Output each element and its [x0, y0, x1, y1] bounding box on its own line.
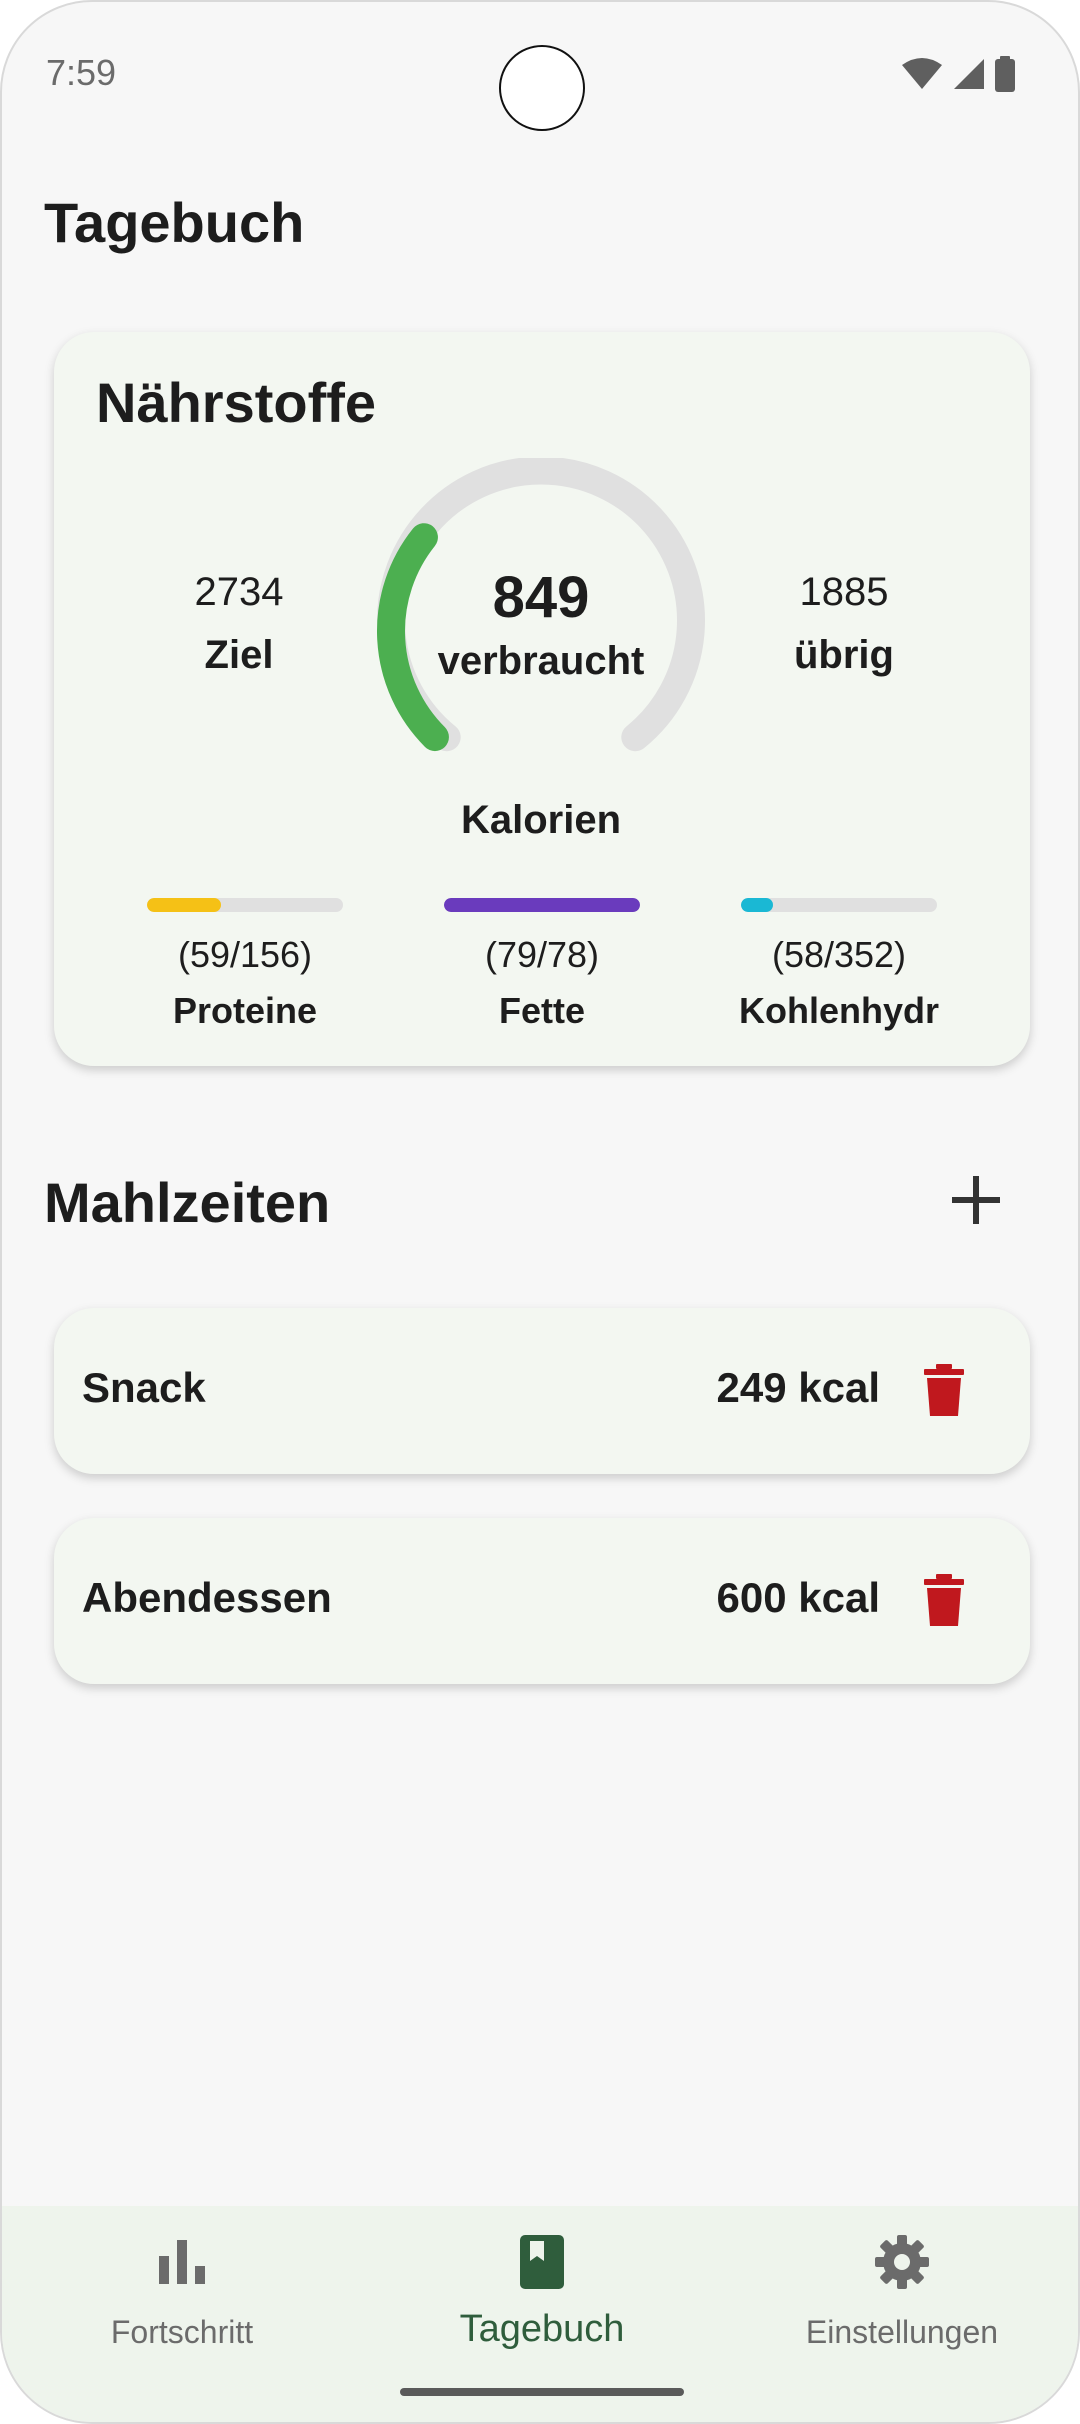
meals-title: Mahlzeiten — [44, 1171, 331, 1234]
wifi-icon — [902, 58, 942, 89]
carbs-progress-fill — [741, 898, 774, 912]
meal-name: Snack — [82, 1364, 206, 1411]
remaining-value: 1885 — [799, 570, 889, 614]
fat-progress-bar — [444, 898, 640, 912]
meal-name: Abendessen — [82, 1574, 332, 1621]
diary-icon — [520, 2235, 564, 2289]
goal-stat: 2734 Ziel — [129, 570, 349, 678]
front-camera — [499, 45, 585, 131]
carbs-progress-bar — [741, 898, 937, 912]
fat-value: (79/78) — [484, 934, 600, 975]
battery-icon — [995, 56, 1015, 92]
protein-label: Proteine — [172, 990, 318, 1031]
trash-icon[interactable] — [924, 1574, 964, 1626]
page-title: Tagebuch — [44, 191, 305, 254]
home-indicator — [400, 2388, 684, 2396]
signal-icon — [954, 59, 984, 89]
carbs-value: (58/352) — [771, 934, 907, 975]
fat-label: Fette — [498, 990, 585, 1031]
status-icons — [900, 54, 1016, 94]
meal-card-snack[interactable]: Snack 249 kcal — [54, 1308, 1030, 1474]
status-time: 7:59 — [46, 52, 117, 93]
meal-kcal: 600 kcal — [716, 1574, 881, 1621]
fat-progress-fill — [444, 898, 640, 912]
bar-chart-icon — [159, 2240, 205, 2284]
goal-label: Ziel — [204, 633, 274, 677]
gear-icon — [875, 2235, 929, 2289]
remaining-stat: 1885 übrig — [734, 570, 954, 678]
consumed-value: 849 — [492, 565, 590, 630]
phone-screen: 7:59 Tagebuch Nährstoffe 2734 Ziel 849 v… — [0, 0, 1080, 2424]
calories-label: Kalorien — [460, 798, 622, 842]
gauge-center: 849 verbraucht — [376, 564, 706, 684]
consumed-label: verbraucht — [437, 639, 645, 683]
nutrients-card: Nährstoffe 2734 Ziel 849 verbraucht 1885… — [54, 332, 1030, 1066]
protein-value: (59/156) — [177, 934, 313, 975]
nav-label: Fortschritt — [110, 2314, 254, 2350]
nav-item-einstellungen[interactable]: Einstellungen — [752, 2234, 1052, 2351]
trash-icon[interactable] — [924, 1364, 964, 1416]
add-meal-button[interactable] — [946, 1170, 1006, 1230]
nav-item-tagebuch[interactable]: Tagebuch — [392, 2234, 692, 2351]
nav-item-fortschritt[interactable]: Fortschritt — [32, 2234, 332, 2351]
nav-label: Einstellungen — [805, 2314, 999, 2350]
meal-card-abendessen[interactable]: Abendessen 600 kcal — [54, 1518, 1030, 1684]
macro-fat: (79/78) Fette — [417, 898, 667, 1032]
meal-kcal: 249 kcal — [716, 1364, 881, 1411]
protein-progress-fill — [147, 898, 222, 912]
protein-progress-bar — [147, 898, 343, 912]
plus-icon — [952, 1176, 1000, 1224]
nav-label: Tagebuch — [459, 2308, 625, 2350]
goal-value: 2734 — [194, 570, 284, 614]
nutrients-title: Nährstoffe — [96, 371, 377, 434]
carbs-label: Kohlenhydr — [738, 990, 939, 1031]
remaining-label: übrig — [794, 633, 894, 677]
macro-protein: (59/156) Proteine — [120, 898, 370, 1032]
macro-carbs: (58/352) Kohlenhydr — [714, 898, 964, 1032]
